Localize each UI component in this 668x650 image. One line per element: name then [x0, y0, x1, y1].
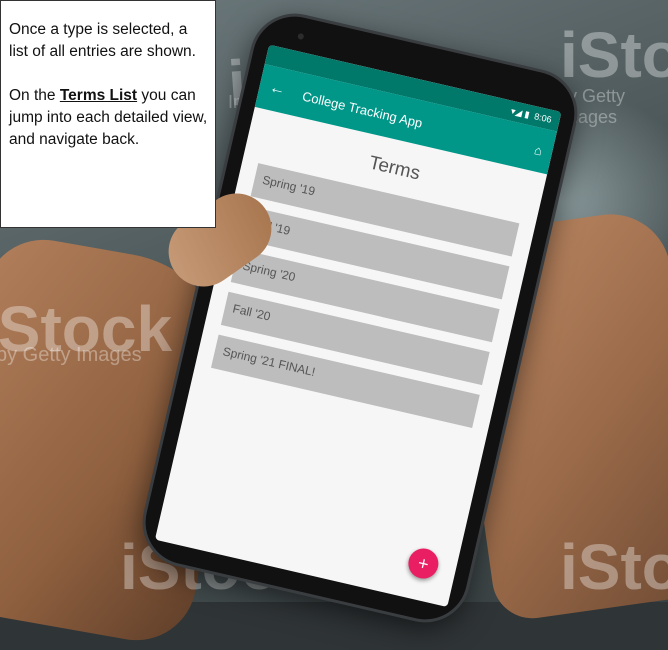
home-icon[interactable]: ⌂ — [533, 142, 544, 158]
status-icons: ▾◢ ▮ — [510, 105, 531, 120]
callout-text-2: On the Terms List you can jump into each… — [9, 85, 209, 151]
watermark: iStock — [560, 19, 668, 91]
status-time: 8:06 — [533, 111, 553, 125]
add-term-button[interactable]: + — [405, 545, 442, 582]
callout-prefix: On the — [9, 87, 60, 104]
camera-icon — [297, 32, 305, 41]
callout-text-1: Once a type is selected, a list of all e… — [9, 21, 196, 60]
arrow-back-icon[interactable]: ← — [267, 79, 291, 101]
callout-bold-terms-list: Terms List — [59, 87, 138, 104]
explanation-callout: Once a type is selected, a list of all e… — [0, 0, 216, 228]
watermark: by Getty Images — [558, 86, 626, 127]
watermark: iStock — [560, 531, 668, 603]
watermark: by Getty Images — [0, 344, 142, 366]
